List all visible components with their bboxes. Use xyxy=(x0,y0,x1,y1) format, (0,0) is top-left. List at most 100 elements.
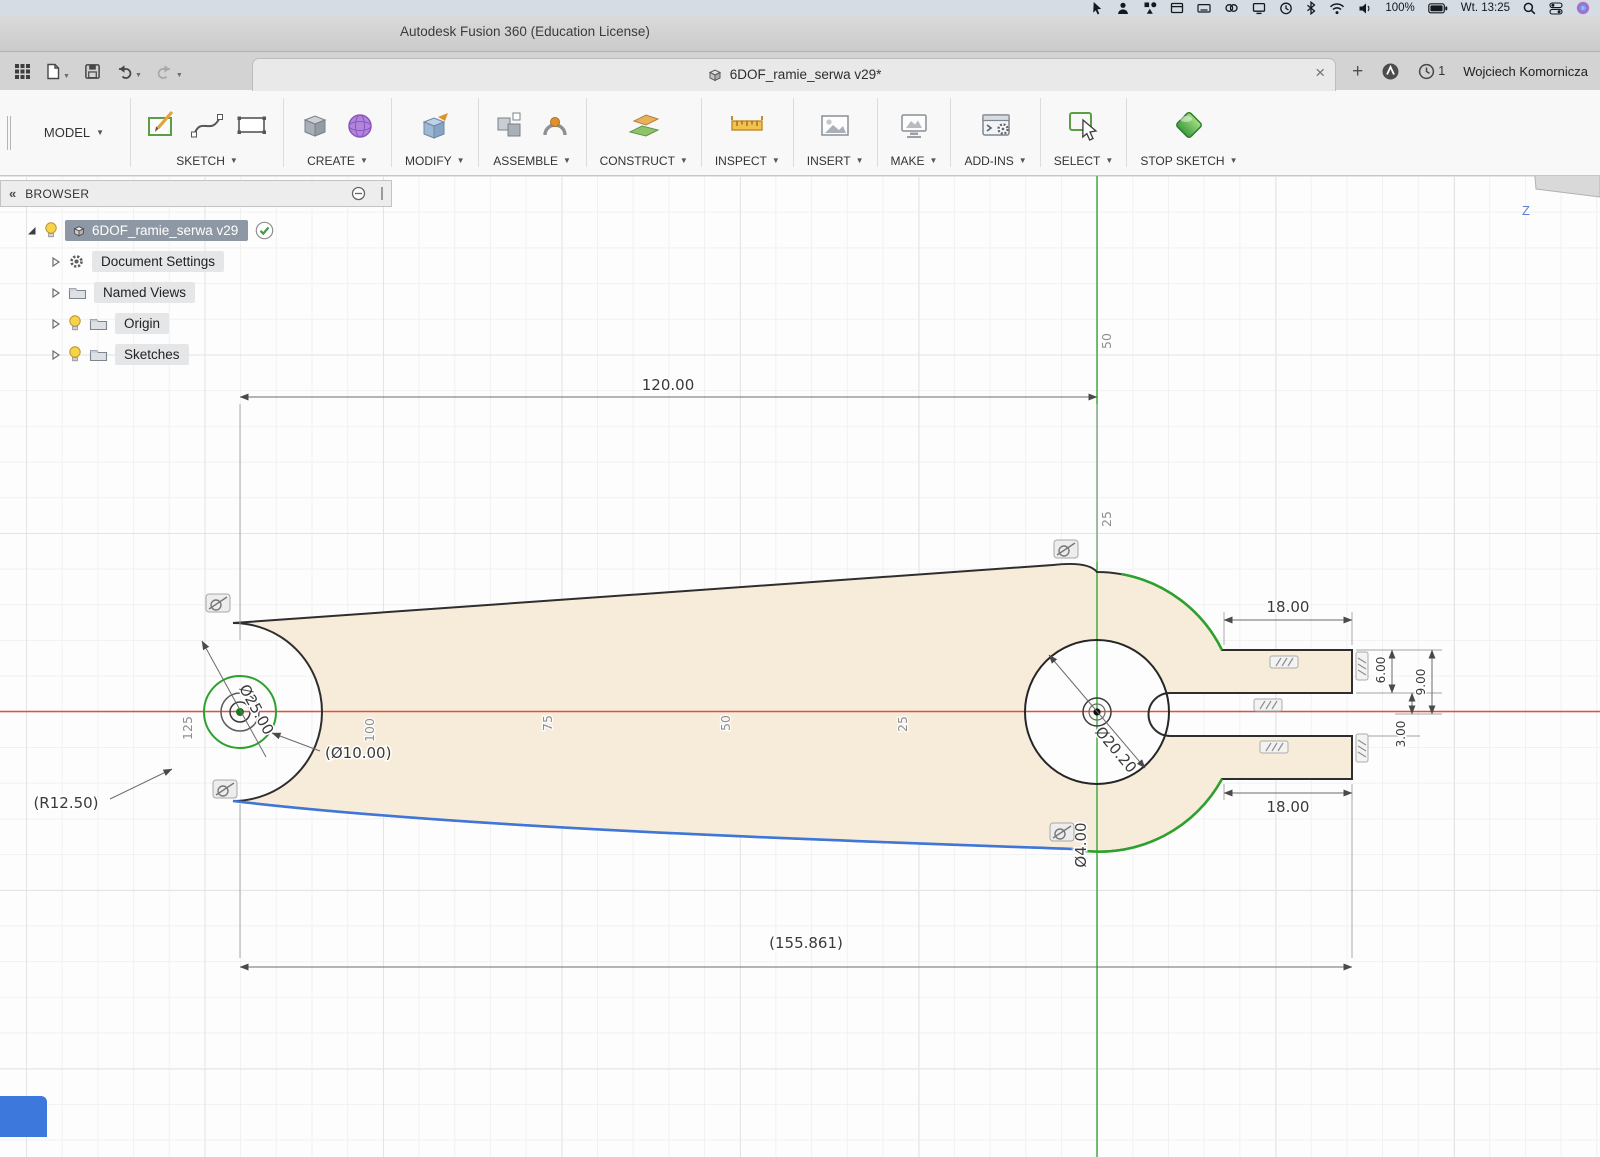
hatch-constraint-icon[interactable] xyxy=(1356,734,1368,762)
wifi-icon[interactable] xyxy=(1329,2,1345,15)
browser-row-root[interactable]: 6DOF_ramie_serwa v29 xyxy=(0,216,392,245)
hatch-constraint-icon[interactable] xyxy=(1270,656,1298,668)
user-icon[interactable] xyxy=(1116,1,1130,15)
toolbar-menu-make[interactable]: MAKE▼ xyxy=(891,150,938,168)
hatch-constraint-icon[interactable] xyxy=(1254,699,1282,711)
grid-label-x: 125 xyxy=(180,716,195,740)
rectangle-tool-icon[interactable] xyxy=(234,107,270,143)
circles-icon[interactable] xyxy=(1224,1,1239,15)
dim-center-hole-dia[interactable]: Ø4.00 xyxy=(1072,822,1090,867)
document-tab[interactable]: 6DOF_ramie_serwa v29* × xyxy=(252,58,1336,91)
folder-icon xyxy=(68,285,87,300)
collapsed-arrow-icon[interactable] xyxy=(50,318,61,330)
history-icon[interactable] xyxy=(1279,1,1293,15)
dim-fork-c[interactable]: 9.00 xyxy=(1414,669,1428,696)
display-icon[interactable] xyxy=(1252,1,1266,15)
pointer-icon[interactable] xyxy=(1090,1,1103,15)
display-settings-icon[interactable] xyxy=(351,186,366,201)
visibility-bulb-icon[interactable] xyxy=(44,222,58,239)
visibility-bulb-icon[interactable] xyxy=(68,315,82,332)
toolbar-menu-sketch[interactable]: SKETCH▼ xyxy=(176,150,238,168)
visibility-bulb-icon[interactable] xyxy=(68,346,82,363)
select-icon[interactable] xyxy=(1066,107,1102,143)
dim-left-radius[interactable]: (R12.50) xyxy=(33,794,98,812)
joint-icon[interactable] xyxy=(537,107,573,143)
new-component-icon[interactable] xyxy=(492,107,528,143)
dim-left-inner-dia[interactable]: (Ø10.00) xyxy=(325,744,391,762)
create-box-icon[interactable] xyxy=(297,107,333,143)
spline-tool-icon[interactable] xyxy=(189,107,225,143)
tangent-constraint-icon[interactable] xyxy=(1054,540,1078,558)
tangent-constraint-icon[interactable] xyxy=(1050,823,1074,841)
menubar-clock[interactable]: Wt. 13:25 xyxy=(1461,2,1510,14)
redo-icon[interactable] xyxy=(156,63,174,79)
dim-top-width[interactable]: 120.00 xyxy=(642,376,695,394)
toolbar-grip[interactable] xyxy=(0,90,18,175)
chevron-down-icon[interactable]: ▼ xyxy=(63,73,70,80)
toolbar-menu-modify[interactable]: MODIFY▼ xyxy=(405,150,465,168)
measure-icon[interactable] xyxy=(729,107,765,143)
battery-icon xyxy=(1428,3,1448,14)
browser-row-document-settings[interactable]: Document Settings xyxy=(0,247,392,276)
collapsed-arrow-icon[interactable] xyxy=(50,349,61,361)
undo-icon[interactable] xyxy=(115,63,133,79)
browser-root-chip[interactable]: 6DOF_ramie_serwa v29 xyxy=(65,220,248,241)
toolbar-menu-create[interactable]: CREATE▼ xyxy=(307,150,368,168)
user-name[interactable]: Wojciech Komornicza xyxy=(1463,64,1588,79)
browser-item-label: Document Settings xyxy=(101,254,215,269)
save-icon[interactable] xyxy=(84,63,101,80)
job-status[interactable]: 1 xyxy=(1418,63,1445,80)
shapes-icon[interactable] xyxy=(1143,1,1157,15)
expanded-arrow-icon[interactable] xyxy=(26,225,37,236)
dim-fork-a[interactable]: 6.00 xyxy=(1374,657,1388,684)
workspace-selector[interactable]: MODEL ▼ xyxy=(18,90,130,175)
new-tab-button[interactable]: + xyxy=(1352,62,1363,81)
construct-plane-icon[interactable] xyxy=(626,107,662,143)
chevron-down-icon[interactable]: ▼ xyxy=(135,72,142,79)
browser-row-named-views[interactable]: Named Views xyxy=(0,278,392,307)
toolbar-menu-select[interactable]: SELECT▼ xyxy=(1054,150,1114,168)
app-grid-icon[interactable] xyxy=(14,63,31,80)
tab-close-icon[interactable]: × xyxy=(1315,63,1325,83)
hatch-constraint-icon[interactable] xyxy=(1260,741,1288,753)
hatch-constraint-icon[interactable] xyxy=(1356,652,1368,680)
new-document-icon[interactable] xyxy=(45,63,61,80)
dim-bottom-width[interactable]: (155.861) xyxy=(769,934,843,952)
add-ins-icon[interactable] xyxy=(978,107,1014,143)
tangent-constraint-icon[interactable] xyxy=(206,594,230,612)
control-center-icon[interactable] xyxy=(1549,2,1563,15)
collapsed-arrow-icon[interactable] xyxy=(50,256,61,268)
make-icon[interactable] xyxy=(896,107,932,143)
dim-fork-bottom[interactable]: 18.00 xyxy=(1267,798,1310,816)
create-sketch-icon[interactable] xyxy=(144,107,180,143)
extensions-icon[interactable] xyxy=(1381,62,1400,81)
collapse-panel-icon[interactable]: « xyxy=(9,187,16,200)
panel-grip[interactable] xyxy=(381,187,383,200)
toolbar-menu-assemble[interactable]: ASSEMBLE▼ xyxy=(493,150,571,168)
saved-check-icon xyxy=(255,221,274,240)
chevron-down-icon[interactable]: ▼ xyxy=(176,72,183,79)
modify-press-pull-icon[interactable] xyxy=(417,107,453,143)
dim-fork-top[interactable]: 18.00 xyxy=(1267,598,1310,616)
toolbar-menu-inspect[interactable]: INSPECT▼ xyxy=(715,150,780,168)
create-form-icon[interactable] xyxy=(342,107,378,143)
siri-icon[interactable] xyxy=(1576,1,1590,15)
tangent-constraint-icon[interactable] xyxy=(213,780,237,798)
browser-row-sketches[interactable]: Sketches xyxy=(0,340,392,369)
stop-sketch-icon[interactable] xyxy=(1171,107,1207,143)
collapsed-arrow-icon[interactable] xyxy=(50,287,61,299)
sketch-profile[interactable] xyxy=(233,564,1352,852)
insert-image-icon[interactable] xyxy=(817,107,853,143)
toolbar-menu-construct[interactable]: CONSTRUCT▼ xyxy=(600,150,688,168)
toolbar-menu-addins[interactable]: ADD-INS▼ xyxy=(964,150,1026,168)
bluetooth-icon[interactable] xyxy=(1306,1,1316,15)
window-icon[interactable] xyxy=(1170,1,1184,15)
toolbar-menu-insert[interactable]: INSERT▼ xyxy=(807,150,864,168)
volume-icon[interactable] xyxy=(1358,2,1372,15)
spotlight-icon[interactable] xyxy=(1523,2,1536,15)
toolbar-menu-stop-sketch[interactable]: STOP SKETCH▼ xyxy=(1140,150,1237,168)
workspace-label: MODEL xyxy=(44,125,90,140)
dim-fork-b[interactable]: 3.00 xyxy=(1394,721,1408,748)
browser-row-origin[interactable]: Origin xyxy=(0,309,392,338)
keyboard-icon[interactable] xyxy=(1197,1,1211,15)
